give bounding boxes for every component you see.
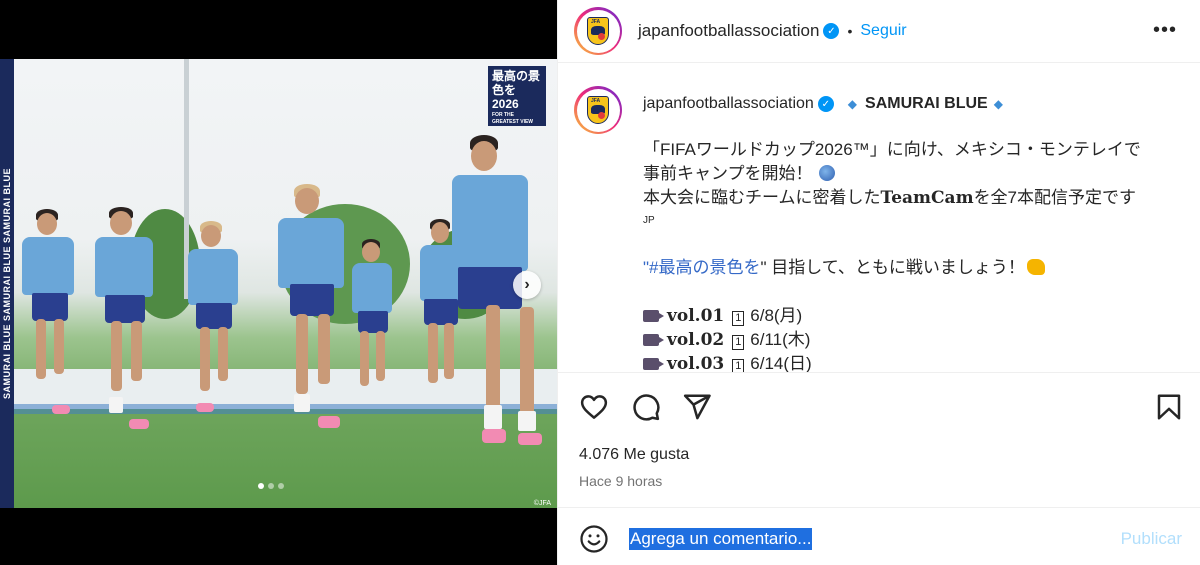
post-photo[interactable]: SAMURAI BLUE SAMURAI BLUE SAMURAI BLUE 最… <box>0 59 557 508</box>
chevron-right-icon: › <box>524 276 530 293</box>
caption-line: 「FIFAワールドカップ2026™」に向け、メキシコ・モンテレイで <box>643 140 1141 159</box>
campaign-badge-subtitle: FOR THE GREATEST VIEW <box>492 112 534 125</box>
flexed-biceps-icon <box>1026 259 1045 275</box>
header-separator: • <box>847 23 853 39</box>
campaign-badge: 最高の景色を2026 FOR THE GREATEST VIEW <box>488 66 546 126</box>
keycap-icon: 1 <box>732 335 745 350</box>
like-count[interactable]: 4.076 Me gusta <box>579 446 689 464</box>
caption-team-name: SAMURAI BLUE <box>865 95 988 112</box>
caption-username[interactable]: japanfootballassociation <box>643 95 814 113</box>
comment-bar: Agrega un comentario... Publicar <box>558 508 1200 565</box>
movie-camera-icon <box>643 358 664 370</box>
caption-area: JFA japanfootballassociation ✓ ◆ SAMURAI… <box>558 72 1200 372</box>
movie-camera-icon <box>643 334 664 346</box>
caption-line: "#最高の景色を" 目指して、ともに戦いましょう！ <box>643 256 1183 280</box>
teamcam-text: TeamCam <box>880 188 974 208</box>
bookmark-icon[interactable] <box>1154 392 1184 422</box>
carousel-indicator <box>258 483 284 489</box>
carousel-dot <box>258 483 264 489</box>
jfa-logo-icon: JFA <box>580 13 616 49</box>
post-media: SAMURAI BLUE SAMURAI BLUE SAMURAI BLUE 最… <box>0 0 557 565</box>
post-header: JFA japanfootballassociation ✓ • Seguir … <box>558 0 1200 63</box>
more-options-icon[interactable]: ••• <box>1153 20 1177 40</box>
soccer-ball-icon <box>818 165 835 181</box>
jfa-logo-icon: JFA <box>580 92 616 128</box>
heart-icon[interactable] <box>579 392 609 422</box>
caption-lang: JP <box>643 215 655 226</box>
episode-item: vol.01 1 6/8(月) <box>643 304 1183 328</box>
caption-avatar[interactable]: JFA <box>574 86 622 134</box>
emoji-icon[interactable] <box>579 524 609 554</box>
follow-button[interactable]: Seguir <box>860 22 906 40</box>
movie-camera-icon <box>643 310 664 322</box>
send-icon[interactable] <box>682 392 712 422</box>
action-bar <box>558 386 1200 428</box>
diamond-icon: ◆ <box>993 97 1003 111</box>
samurai-blue-side-banner: SAMURAI BLUE SAMURAI BLUE SAMURAI BLUE <box>0 59 14 508</box>
avatar[interactable]: JFA <box>574 7 622 55</box>
episode-item: vol.03 1 6/14(日) <box>643 352 1183 372</box>
running-track <box>0 404 557 414</box>
author-username[interactable]: japanfootballassociation <box>638 21 819 41</box>
episode-item: vol.02 1 6/11(木) <box>643 328 1183 352</box>
publish-button[interactable]: Publicar <box>1121 529 1182 549</box>
diamond-icon: ◆ <box>847 97 858 111</box>
caption-text: 「FIFAワールドカップ2026™」に向け、メキシコ・モンテレイで 事前キャンプ… <box>643 138 1183 372</box>
hashtag-link[interactable]: #最高の景色を <box>649 258 760 277</box>
carousel-dot <box>278 483 284 489</box>
photo-copyright: ©JFA <box>533 500 551 507</box>
stadium-banner <box>0 369 557 409</box>
keycap-icon: 1 <box>732 311 745 326</box>
carousel-next-button[interactable]: › <box>513 271 541 299</box>
comment-input[interactable] <box>629 527 1099 551</box>
caption-line: 事前キャンプを開始！ <box>643 162 1183 186</box>
verified-badge-icon: ✓ <box>817 96 834 112</box>
campaign-badge-title: 最高の景色を2026 <box>492 69 541 111</box>
post-panel: JFA japanfootballassociation ✓ • Seguir … <box>557 0 1200 565</box>
keycap-icon: 1 <box>732 359 745 372</box>
comment-icon[interactable] <box>631 392 661 422</box>
post-timestamp[interactable]: Hace 9 horas <box>579 473 662 489</box>
verified-badge-icon: ✓ <box>823 23 840 39</box>
caption-line: 本大会に臨むチームに密着したTeamCamを全7本配信予定です <box>643 188 1137 208</box>
carousel-dot <box>268 483 274 489</box>
divider <box>558 372 1200 373</box>
